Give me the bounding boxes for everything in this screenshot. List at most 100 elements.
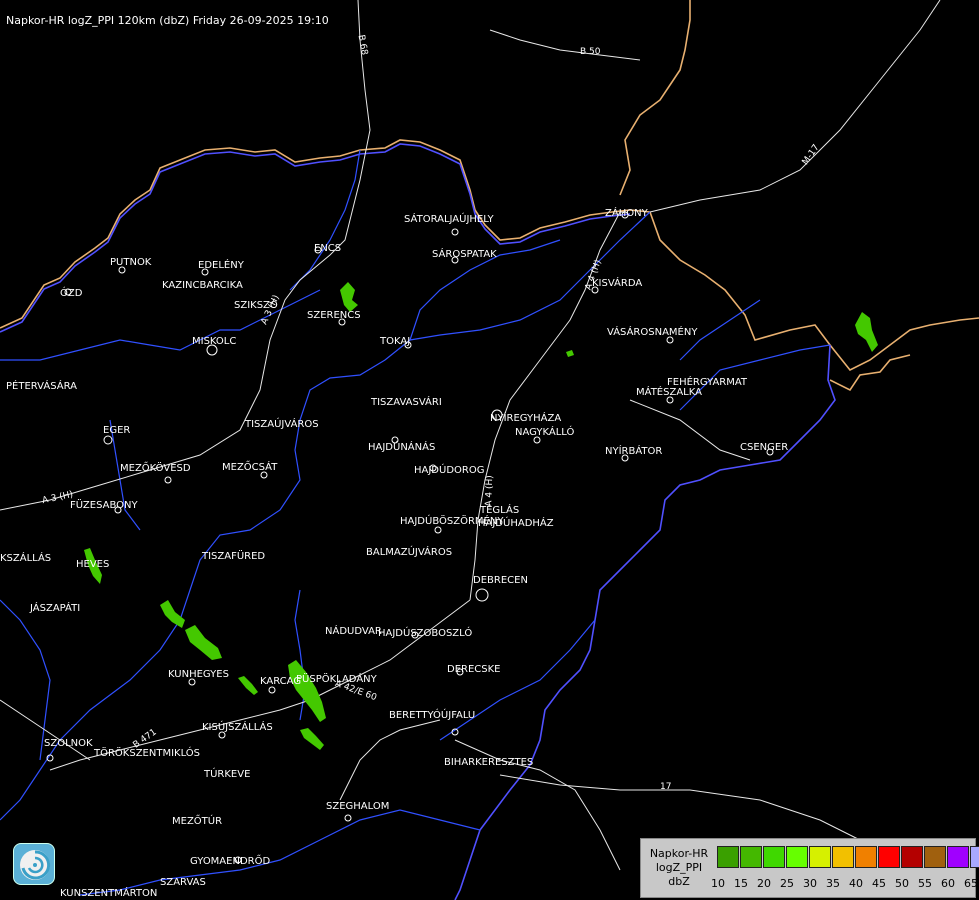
- river-tisza: [0, 211, 651, 821]
- radar-map: Napkor-HR logZ_PPI 120km (dbZ) Friday 26…: [0, 0, 979, 900]
- legend-title: Napkor-HR logZ_PPI dbZ: [645, 847, 713, 889]
- city-label: SÁROSPATAK: [432, 249, 497, 260]
- legend-tick: 55: [918, 877, 932, 890]
- marker-szeghalom: [344, 814, 352, 822]
- city-label: CSENGER: [740, 442, 789, 453]
- legend-title-line: dbZ: [668, 875, 690, 888]
- road-a3: [0, 0, 371, 511]
- legend-tick: 60: [941, 877, 955, 890]
- city-label: KISÚJSZÁLLÁS: [202, 722, 273, 733]
- city-label: MISKOLC: [192, 336, 237, 347]
- city-label: SZEGHALOM: [326, 801, 390, 812]
- city-label: TOKAJ: [380, 336, 411, 347]
- city-label: KSZÁLLÁS: [0, 553, 52, 564]
- echo-puspok: [288, 660, 326, 722]
- river-zagyva: [0, 599, 51, 761]
- marker-satoraljaujhely: [451, 228, 459, 236]
- swirl-icon: [20, 850, 51, 880]
- river-hortobagy: [294, 589, 306, 721]
- echo-karcag-strip: [238, 676, 258, 695]
- legend-swatch: [832, 846, 854, 868]
- legend-swatch: [740, 846, 762, 868]
- map-header-title: Napkor-HR logZ_PPI 120km (dbZ) Friday 26…: [6, 14, 329, 27]
- city-label: NYÍRBÁTOR: [605, 446, 663, 457]
- road-m17: [649, 0, 941, 213]
- legend-swatch: [924, 846, 946, 868]
- city-label: BIHARKERESZTES: [444, 757, 534, 768]
- echo-kunhegyes1: [160, 600, 185, 628]
- echo-kunhegyes2: [185, 625, 222, 660]
- city-label: ZÁHONY: [605, 208, 648, 219]
- city-label: HAJDÚNÁNÁS: [368, 442, 436, 453]
- city-label: DEBRECEN: [473, 575, 528, 586]
- legend-swatch: [786, 846, 808, 868]
- road-label: A 4 (H): [484, 475, 496, 507]
- weather-service-logo-icon: [13, 843, 55, 885]
- city-label: SÁTORALJAÚJHELY: [404, 214, 494, 225]
- legend-tick: 30: [803, 877, 817, 890]
- city-label: NÁDUDVAR: [325, 626, 382, 637]
- legend-tick: 15: [734, 877, 748, 890]
- city-label: HEVES: [76, 559, 110, 570]
- city-label: ÓZD: [60, 288, 83, 299]
- legend-tick: 35: [826, 877, 840, 890]
- city-label: HAJDÚDOROG: [414, 465, 485, 476]
- road-south2: [339, 719, 441, 801]
- border-hu-ua: [649, 211, 979, 372]
- road-west: [0, 699, 91, 761]
- city-label: MEZŐCSÁT: [222, 462, 278, 473]
- legend-title-line: logZ_PPI: [655, 861, 703, 874]
- border-hu-ro: [454, 344, 836, 900]
- border-hu-sk: [0, 139, 651, 329]
- city-label: TISZAFÜRED: [202, 551, 266, 562]
- river-eger: [109, 419, 141, 531]
- city-label: SZARVAS: [160, 877, 206, 888]
- legend-tick: 25: [780, 877, 794, 890]
- city-label: MEZŐTÚR: [172, 816, 223, 827]
- city-label: BALMAZÚJVÁROS: [366, 547, 453, 558]
- legend-swatch: [855, 846, 877, 868]
- city-label: PUTNOK: [110, 257, 152, 268]
- legend-swatch: [947, 846, 969, 868]
- city-label: TISZAVASVÁRI: [371, 397, 442, 408]
- marker-debrecen: [475, 588, 489, 602]
- city-label: TÖRÖKSZENTMIKLÓS: [94, 748, 201, 759]
- legend-swatch: [717, 846, 739, 868]
- city-label: KUNSZENTMÁRTON: [60, 888, 158, 899]
- dbz-legend: Napkor-HR logZ_PPI dbZ 10 15 20 25 30 35…: [640, 838, 979, 898]
- city-label: KUNHEGYES: [168, 669, 229, 680]
- legend-swatch: [970, 846, 979, 868]
- legend-swatch: [878, 846, 900, 868]
- road-label: B 50: [580, 47, 601, 57]
- marker-mezokovesd: [164, 476, 172, 484]
- city-label: EGER: [103, 425, 131, 436]
- city-label: NAGYKÁLLÓ: [515, 427, 575, 438]
- legend-tick: 65: [964, 877, 978, 890]
- city-label: BERETTYÓÚJFALU: [389, 710, 476, 721]
- marker-hajduboszormeny: [434, 526, 442, 534]
- legend-swatch: [763, 846, 785, 868]
- echo-small: [566, 350, 574, 357]
- city-label: ENCS: [314, 243, 342, 254]
- echo-szerencs: [340, 282, 358, 312]
- echo-east: [855, 312, 878, 352]
- echo-kisujs: [300, 728, 324, 750]
- city-label: VÁSÁROSNAMÉNY: [607, 327, 698, 338]
- legend-tick: 40: [849, 877, 863, 890]
- city-label: EDELÉNY: [198, 260, 244, 271]
- legend-tick: 20: [757, 877, 771, 890]
- border-hu-sk-inner: [0, 143, 631, 333]
- city-label: TÉGLÁS: [480, 505, 520, 516]
- city-label: HAJDÚHADHÁZ: [478, 518, 554, 529]
- legend-swatches: [717, 846, 979, 868]
- city-label: TÚRKEVE: [204, 769, 251, 780]
- city-label: DERECSKE: [447, 664, 501, 675]
- city-label: KAZINCBARCIKA: [162, 280, 243, 291]
- city-label: HAJDÚSZOBOSZLÓ: [378, 628, 473, 639]
- legend-ticks: 10 15 20 25 30 35 40 45 50 55 60 65 70: [711, 877, 979, 890]
- border-sk-ua: [619, 0, 691, 196]
- legend-tick: 10: [711, 877, 725, 890]
- legend-tick: 45: [872, 877, 886, 890]
- city-label: TISZAÚJVÁROS: [245, 419, 319, 430]
- city-label: GYOMAENDRŐD: [190, 856, 271, 867]
